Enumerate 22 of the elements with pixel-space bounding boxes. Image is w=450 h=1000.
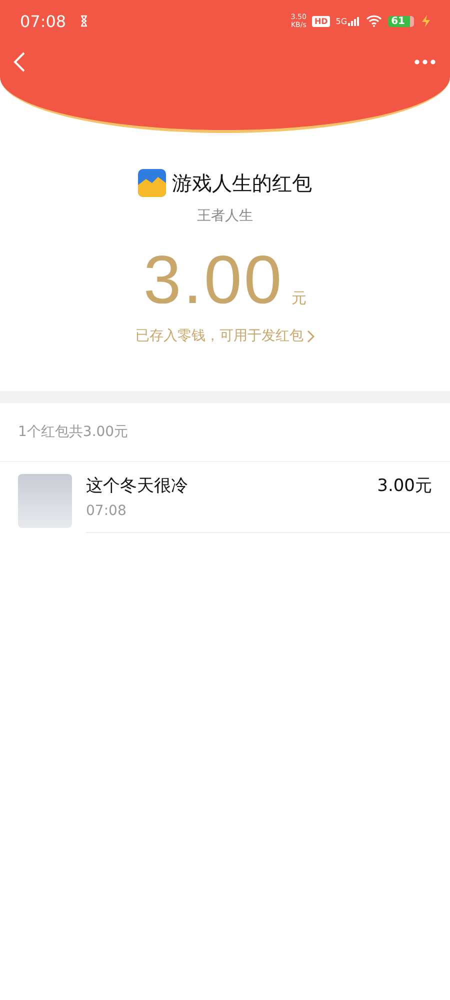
signal-icon: [348, 16, 360, 26]
change-link[interactable]: 已存入零钱，可用于发红包: [136, 327, 314, 345]
network-type: 5G: [336, 16, 348, 26]
wifi-icon: [366, 15, 382, 27]
photo-placeholder: [18, 474, 72, 528]
envelope-title: 游戏人生的红包: [172, 170, 312, 196]
back-button[interactable]: [12, 51, 26, 73]
hd-badge: HD: [312, 16, 330, 26]
recipient-name: 这个冬天很冷: [86, 475, 188, 497]
record-time: 07:08: [86, 503, 128, 519]
record-amount: 3.00元: [377, 475, 432, 498]
more-icon[interactable]: [414, 59, 436, 65]
chevron-icon: [306, 330, 314, 342]
game-logo-icon: [138, 169, 166, 197]
amount: 3.00: [143, 241, 284, 320]
charging-icon: [420, 15, 432, 27]
sender-name: 王者人生: [197, 207, 253, 225]
status-time: 07:08: [20, 12, 66, 30]
currency-unit: 元: [292, 289, 307, 308]
summary-text: 1个红包共3.00元: [0, 403, 450, 462]
hourglass-icon: [80, 15, 88, 27]
battery-level: 61: [388, 16, 414, 26]
